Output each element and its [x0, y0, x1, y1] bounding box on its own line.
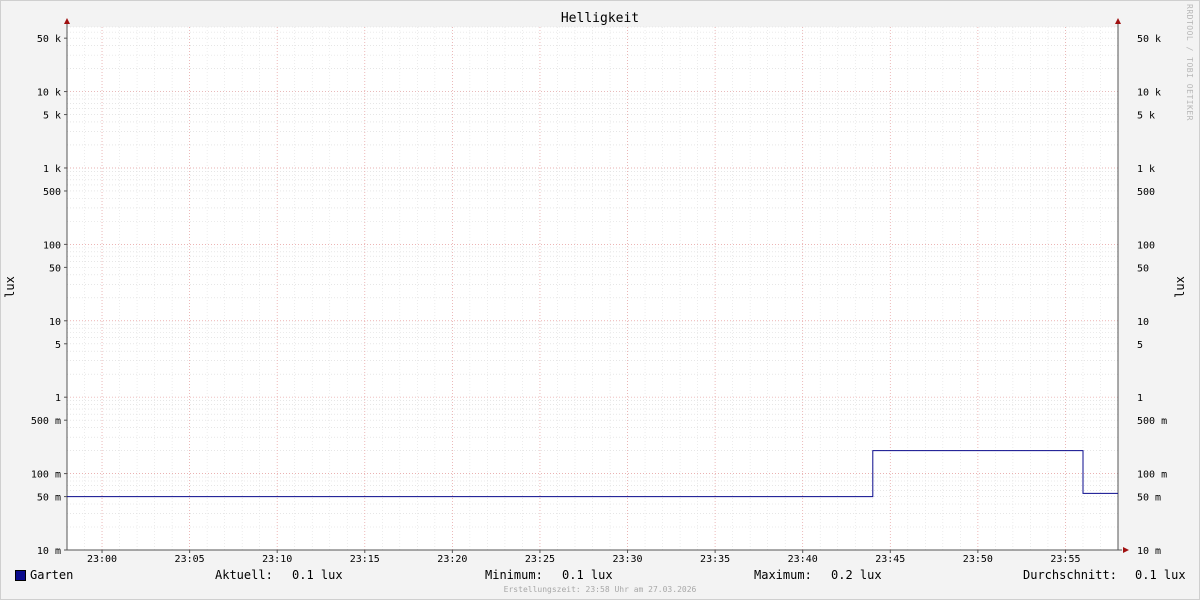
legend: Garten Aktuell: 0.1 lux Minimum: 0.1 lux…: [0, 568, 1200, 584]
y-tick-label-left: 10 k: [37, 88, 61, 99]
minor-grid: [66, 26, 1119, 551]
x-tick-label: 23:40: [788, 554, 818, 565]
x-tick-label: 23:35: [700, 554, 730, 565]
y-tick-label-left: 50: [49, 263, 61, 274]
x-tick-label: 23:25: [525, 554, 555, 565]
stat-current-value: 0.1 lux: [292, 568, 343, 582]
y-tick-label-right: 500: [1137, 187, 1155, 198]
y-tick-label-left: 500: [43, 187, 61, 198]
y-tick-label-right: 500 m: [1137, 416, 1167, 427]
x-tick-label: 23:20: [437, 554, 467, 565]
y-tick-label-right: 1 k: [1137, 164, 1155, 175]
y-tick-label-left: 10 m: [37, 546, 61, 557]
x-tick-label: 23:55: [1050, 554, 1080, 565]
y-tick-label-right: 100 m: [1137, 470, 1167, 481]
x-tick-labels: 23:00 23:05 23:10 23:15 23:20 23:25 23:30 23:35…: [87, 554, 1081, 565]
x-tick-label: 23:05: [175, 554, 205, 565]
y-tick-label-right: 10 m: [1137, 546, 1161, 557]
stat-min-value: 0.1 lux: [562, 568, 613, 582]
x-tick-label: 23:50: [963, 554, 993, 565]
y-tick-label-left: 5: [55, 340, 61, 351]
stat-max-label: Maximum:: [754, 568, 812, 582]
x-tick-label: 23:00: [87, 554, 117, 565]
stat-min-label: Minimum:: [485, 568, 543, 582]
y-tick-label-right: 1: [1137, 393, 1143, 404]
y-axis-label-right: lux: [1173, 276, 1187, 298]
legend-swatch-garten: [15, 570, 26, 581]
y-tick-label-left: 1: [55, 393, 61, 404]
y-tick-label-left: 50 m: [37, 493, 61, 504]
stat-avg-label: Durchschnitt:: [1023, 568, 1117, 582]
chart-plot: 50 k 10 k 5 k 1 k 500 100 50 10 5 1 500 m 100 m 50 m…: [31, 18, 1167, 565]
y-tick-label-left: 100: [43, 240, 61, 251]
x-tick-label: 23:10: [262, 554, 292, 565]
y-tick-label-left: 1 k: [43, 164, 61, 175]
y-axis-label-left: lux: [3, 276, 17, 298]
y-tick-labels-left: 50 k 10 k 5 k 1 k 500 100 50 10 5 1 500 m 100 m 50 m…: [31, 34, 61, 557]
y-tick-label-right: 5 k: [1137, 111, 1155, 122]
x-tick-label: 23:45: [875, 554, 905, 565]
x-axis-arrow: [1123, 547, 1129, 553]
y-tick-labels-right: 50 k 10 k 5 k 1 k 500 100 50 10 5 1 500 m 100 m 50 m…: [1137, 34, 1167, 557]
y-tick-label-right: 100: [1137, 240, 1155, 251]
y-tick-label-left: 5 k: [43, 111, 61, 122]
y-tick-label-left: 50 k: [37, 34, 61, 45]
x-tick-label: 23:15: [350, 554, 380, 565]
stat-max-value: 0.2 lux: [831, 568, 882, 582]
y-tick-label-right: 50 m: [1137, 493, 1161, 504]
legend-series-name: Garten: [30, 568, 74, 582]
stat-avg-value: 0.1 lux: [1135, 568, 1186, 582]
y-tick-label-right: 50: [1137, 263, 1149, 274]
y-tick-label-right: 10 k: [1137, 88, 1161, 99]
footer-timestamp: Erstellungszeit: 23:58 Uhr am 27.03.2026: [503, 585, 697, 594]
y-tick-label-right: 50 k: [1137, 34, 1161, 45]
y-tick-label-left: 100 m: [31, 470, 61, 481]
y-tick-label-right: 5: [1137, 340, 1143, 351]
chart-title: Helligkeit: [560, 11, 640, 26]
x-tick-label: 23:30: [612, 554, 642, 565]
y-tick-label-left: 500 m: [31, 416, 61, 427]
y-tick-label-right: 10: [1137, 317, 1149, 328]
watermark: RRDTOOL / TOBI OETIKER: [1185, 4, 1194, 121]
stat-current-label: Aktuell:: [215, 568, 273, 582]
y-tick-label-left: 10: [49, 317, 61, 328]
